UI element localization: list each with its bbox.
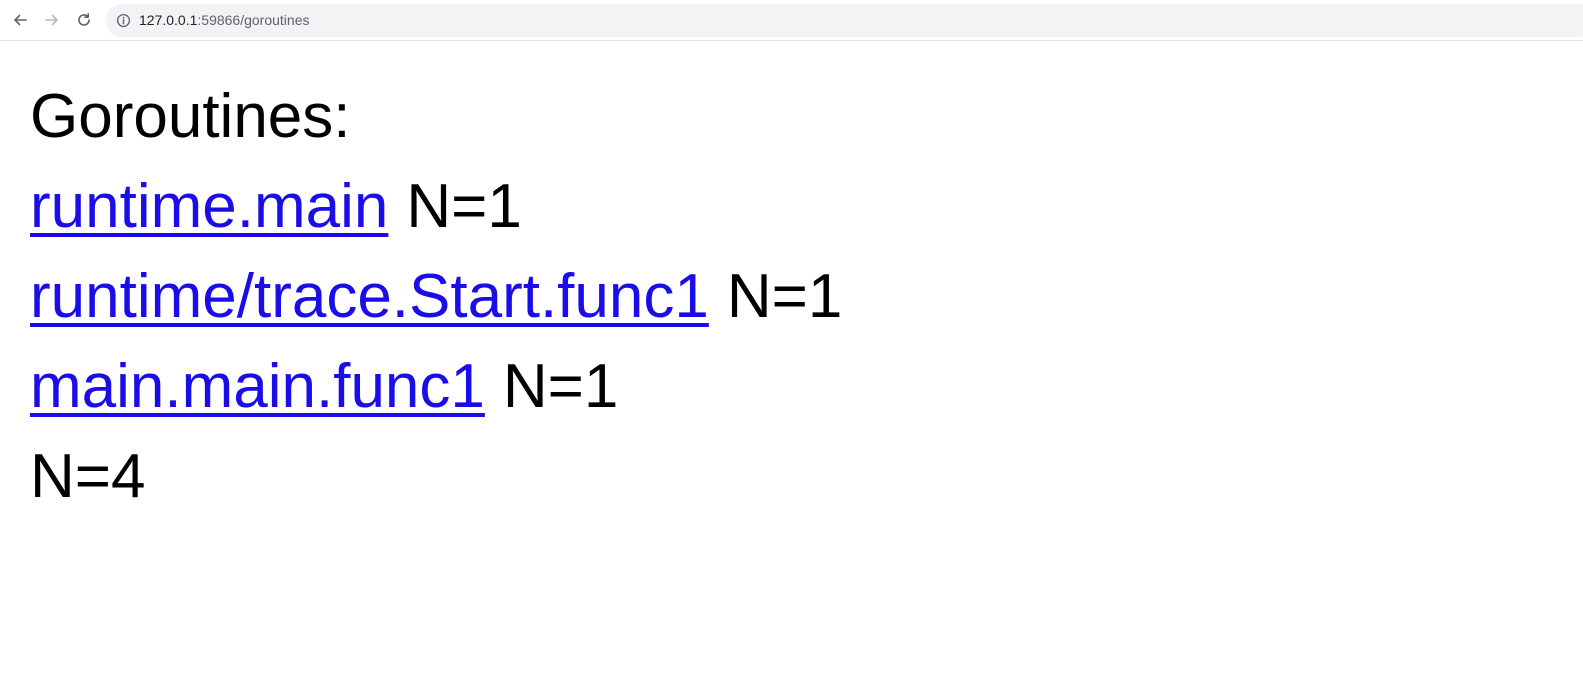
url-text[interactable]: 127.0.0.1:59866/goroutines [139, 4, 309, 37]
url-host: 127.0.0.1 [139, 12, 198, 28]
total-count: N=4 [30, 442, 146, 511]
reload-icon [78, 13, 90, 26]
page-content: Goroutines: runtime.main N=1 runtime/trac… [30, 72, 1550, 522]
arrow-left-icon [14, 14, 27, 26]
address-bar[interactable]: 127.0.0.1:59866/goroutines [106, 4, 1583, 37]
goroutine-link-main-main-func1[interactable]: main.main.func1 [30, 352, 485, 421]
goroutine-row: main.main.func1 N=1 [30, 342, 1550, 432]
goroutine-link-trace-start-func1[interactable]: runtime/trace.Start.func1 [30, 262, 709, 331]
goroutine-count: N=1 [726, 262, 843, 331]
info-icon[interactable] [116, 13, 131, 28]
goroutine-link-runtime-main[interactable]: runtime.main [30, 172, 388, 241]
goroutine-count: N=1 [406, 172, 522, 241]
url-path: :59866/goroutines [197, 12, 310, 28]
page-title: Goroutines: [30, 82, 351, 151]
goroutine-row: runtime.main N=1 [30, 162, 1550, 252]
arrow-right-icon [45, 14, 58, 26]
goroutine-row: runtime/trace.Start.func1 N=1 [30, 252, 1550, 342]
back-button[interactable] [6, 6, 34, 34]
goroutine-count: N=1 [502, 352, 619, 421]
forward-button[interactable] [38, 6, 66, 34]
reload-button[interactable] [70, 6, 98, 34]
browser-toolbar: 127.0.0.1:59866/goroutines [0, 0, 1583, 41]
